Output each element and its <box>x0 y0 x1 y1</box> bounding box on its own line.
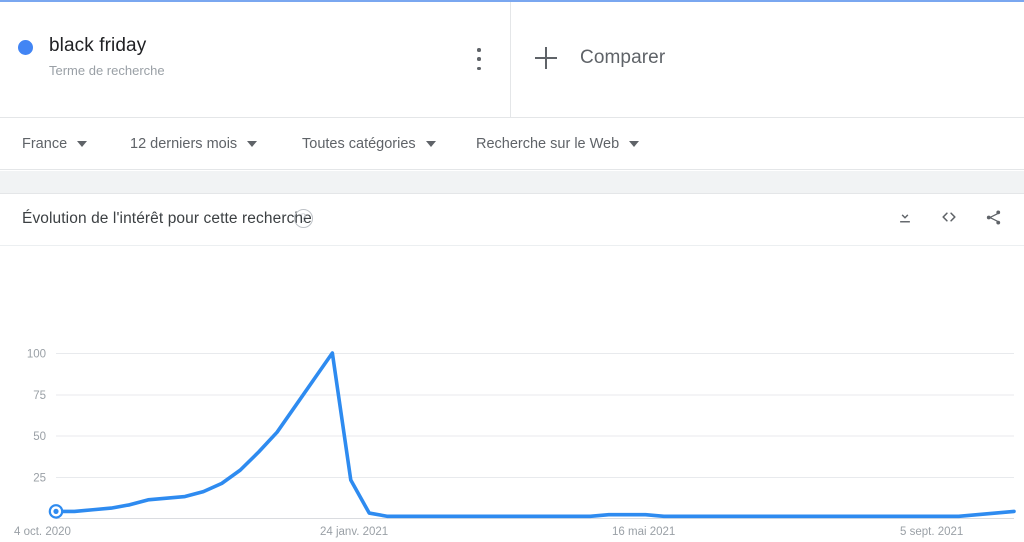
plus-icon <box>535 47 557 69</box>
filter-search-type[interactable]: Recherche sur le Web <box>476 135 640 152</box>
dot <box>477 66 481 70</box>
dot <box>477 48 481 52</box>
search-term-subtitle: Terme de recherche <box>49 63 165 78</box>
share-icon[interactable] <box>980 204 1006 230</box>
chart-title: Évolution de l'intérêt pour cette recher… <box>22 210 312 227</box>
dot <box>477 57 481 61</box>
filter-country-label: France <box>22 135 68 152</box>
interest-over-time-plot[interactable]: 25 50 75 100 4 oct. 2020 24 janv. 2021 16 mai … <box>0 246 1024 542</box>
y-axis-tick-label: 50 <box>33 431 46 443</box>
series-color-dot <box>18 40 33 55</box>
data-point-marker-core <box>53 508 59 514</box>
filter-bar: France 12 derniers mois Toutes catégorie… <box>0 118 1024 170</box>
add-comparison-content: Comparer <box>535 47 665 69</box>
filter-search-type-label: Recherche sur le Web <box>476 135 620 152</box>
y-axis-tick-label: 100 <box>27 349 46 361</box>
filter-time-range[interactable]: 12 derniers mois <box>130 135 258 152</box>
search-term-card[interactable]: black friday Terme de recherche <box>0 2 511 118</box>
embed-code-icon[interactable] <box>936 204 962 230</box>
chevron-down-icon <box>247 140 258 147</box>
x-axis-tick-label: 24 janv. 2021 <box>320 526 388 538</box>
x-axis-tick-label: 4 oct. 2020 <box>14 526 71 538</box>
add-comparison-label: Comparer <box>580 47 666 68</box>
filter-country[interactable]: France <box>22 135 88 152</box>
chart-header: Évolution de l'intérêt pour cette recher… <box>0 194 1024 246</box>
search-term-title: black friday <box>49 35 147 56</box>
search-terms-row: black friday Terme de recherche Comparer <box>0 0 1024 118</box>
chevron-down-icon <box>629 140 640 147</box>
trend-line-chart[interactable]: 25 50 75 100 4 oct. 2020 24 janv. 2021 16 mai … <box>0 246 1024 542</box>
trend-line-series[interactable] <box>54 351 1016 519</box>
x-axis-tick-label: 16 mai 2021 <box>612 526 675 538</box>
y-axis-tick-label: 25 <box>33 472 46 484</box>
add-comparison-card[interactable]: Comparer <box>511 2 1024 118</box>
section-gap <box>0 171 1024 193</box>
x-axis-tick-label: 5 sept. 2021 <box>900 526 963 538</box>
google-trends-page: black friday Terme de recherche Comparer… <box>0 0 1024 542</box>
filter-time-range-label: 12 derniers mois <box>130 135 238 152</box>
more-vert-icon[interactable] <box>468 46 490 72</box>
interest-over-time-card: Évolution de l'intérêt pour cette recher… <box>0 193 1024 542</box>
search-term-content: black friday Terme de recherche <box>18 34 165 80</box>
chevron-down-icon <box>425 140 436 147</box>
help-circle-icon[interactable]: ? <box>294 209 313 228</box>
filter-category-label: Toutes catégories <box>302 135 416 152</box>
download-icon[interactable] <box>892 204 918 230</box>
filter-category[interactable]: Toutes catégories <box>302 136 436 152</box>
search-term-texts: black friday Terme de recherche <box>49 34 165 80</box>
y-axis-tick-label: 75 <box>33 390 46 402</box>
chart-actions <box>892 204 1006 230</box>
chevron-down-icon <box>77 140 88 147</box>
